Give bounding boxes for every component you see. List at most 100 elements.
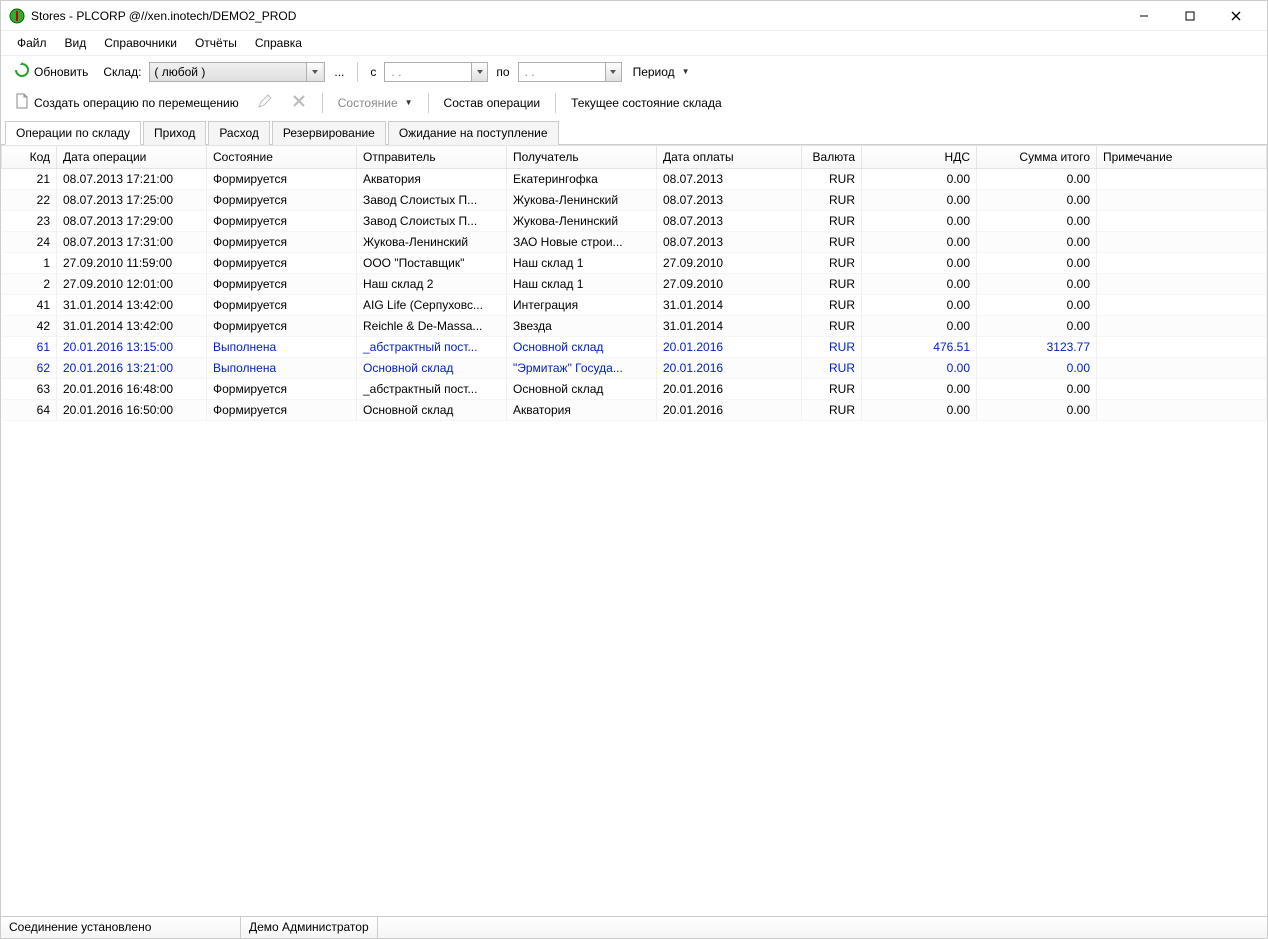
col-total[interactable]: Сумма итого [977,146,1097,169]
col-currency[interactable]: Валюта [802,146,862,169]
cell: 20.01.2016 [657,358,802,379]
tab-waiting[interactable]: Ожидание на поступление [388,121,559,145]
col-date[interactable]: Дата операции [57,146,207,169]
sklad-browse-button[interactable]: ... [329,62,349,82]
col-sender[interactable]: Отправитель [357,146,507,169]
delete-icon [291,93,307,112]
cell [1097,358,1267,379]
col-state[interactable]: Состояние [207,146,357,169]
col-note[interactable]: Примечание [1097,146,1267,169]
minimize-button[interactable] [1121,1,1167,31]
menubar: Файл Вид Справочники Отчёты Справка [1,31,1267,55]
table-row[interactable]: 2308.07.2013 17:29:00ФормируетсяЗавод Сл… [2,211,1267,232]
cell: 0.00 [862,232,977,253]
create-move-button[interactable]: Создать операцию по перемещению [7,90,246,115]
cell [1097,274,1267,295]
sklad-value[interactable] [150,63,306,81]
cell: RUR [802,337,862,358]
composition-label: Состав операции [444,96,541,110]
date-to-input[interactable]: . . [518,62,622,82]
delete-button[interactable] [284,90,314,115]
date-to-dropdown-icon[interactable] [605,63,621,81]
cell [1097,337,1267,358]
date-from-dropdown-icon[interactable] [471,63,487,81]
maximize-button[interactable] [1167,1,1213,31]
table-row[interactable]: 227.09.2010 12:01:00ФормируетсяНаш склад… [2,274,1267,295]
cell: 08.07.2013 [657,169,802,190]
tab-reservation[interactable]: Резервирование [272,121,386,145]
cell: Формируется [207,190,357,211]
date-from-input[interactable]: . . [384,62,488,82]
col-code[interactable]: Код [2,146,57,169]
cell: 0.00 [862,379,977,400]
table-row[interactable]: 2108.07.2013 17:21:00ФормируетсяАкватори… [2,169,1267,190]
table-row[interactable]: 6420.01.2016 16:50:00ФормируетсяОсновной… [2,400,1267,421]
cell: RUR [802,274,862,295]
col-paydate[interactable]: Дата оплаты [657,146,802,169]
state-button[interactable]: Состояние ▼ [331,93,420,113]
menu-view[interactable]: Вид [57,34,95,52]
tab-operations[interactable]: Операции по складу [5,121,141,145]
cell: 61 [2,337,57,358]
cell: Формируется [207,253,357,274]
cell: 42 [2,316,57,337]
cell: 0.00 [977,169,1097,190]
cell: ООО "Поставщик" [357,253,507,274]
cell: 20.01.2016 16:50:00 [57,400,207,421]
table-row[interactable]: 6320.01.2016 16:48:00Формируется_абстрак… [2,379,1267,400]
menu-help[interactable]: Справка [247,34,310,52]
table-row[interactable]: 4131.01.2014 13:42:00ФормируетсяAIG Life… [2,295,1267,316]
tab-income[interactable]: Приход [143,121,206,145]
table-row[interactable]: 127.09.2010 11:59:00ФормируетсяООО "Пост… [2,253,1267,274]
cell: 0.00 [977,274,1097,295]
cell: Основной склад [507,379,657,400]
refresh-button[interactable]: Обновить [7,59,95,84]
separator [357,62,358,82]
table-row[interactable]: 6220.01.2016 13:21:00ВыполненаОсновной с… [2,358,1267,379]
sklad-combo[interactable] [149,62,325,82]
cell: 08.07.2013 17:21:00 [57,169,207,190]
composition-button[interactable]: Состав операции [437,93,548,113]
menu-references[interactable]: Справочники [96,34,185,52]
table-row[interactable]: 2208.07.2013 17:25:00ФормируетсяЗавод Сл… [2,190,1267,211]
cell: 0.00 [862,190,977,211]
cell: RUR [802,295,862,316]
table-row[interactable]: 4231.01.2014 13:42:00ФормируетсяReichle … [2,316,1267,337]
separator [322,93,323,113]
cell: 20.01.2016 13:15:00 [57,337,207,358]
cell: 0.00 [977,190,1097,211]
status-connection: Соединение установлено [1,917,241,938]
cell: Формируется [207,379,357,400]
close-button[interactable] [1213,1,1259,31]
tab-expense[interactable]: Расход [208,121,270,145]
current-state-button[interactable]: Текущее состояние склада [564,93,729,113]
menu-file[interactable]: Файл [9,34,55,52]
cell: 64 [2,400,57,421]
period-button[interactable]: Период ▼ [626,62,697,82]
table-row[interactable]: 2408.07.2013 17:31:00ФормируетсяЖукова-Л… [2,232,1267,253]
cell: Выполнена [207,337,357,358]
operations-grid[interactable]: Код Дата операции Состояние Отправитель … [1,145,1267,421]
col-receiver[interactable]: Получатель [507,146,657,169]
menu-reports[interactable]: Отчёты [187,34,245,52]
cell: 0.00 [862,169,977,190]
cell: Екатерингофка [507,169,657,190]
chevron-down-icon: ▼ [682,67,690,76]
cell: 21 [2,169,57,190]
edit-button[interactable] [250,90,280,115]
cell: RUR [802,190,862,211]
table-row[interactable]: 6120.01.2016 13:15:00Выполнена_абстрактн… [2,337,1267,358]
refresh-label: Обновить [34,65,88,79]
cell: 31.01.2014 13:42:00 [57,316,207,337]
cell: 0.00 [862,274,977,295]
cell: 08.07.2013 17:31:00 [57,232,207,253]
cell: 27.09.2010 11:59:00 [57,253,207,274]
cell: 0.00 [862,211,977,232]
cell: Акватория [357,169,507,190]
cell: Основной склад [357,400,507,421]
sklad-dropdown-icon[interactable] [306,63,322,81]
cell: 08.07.2013 [657,211,802,232]
grid-header-row: Код Дата операции Состояние Отправитель … [2,146,1267,169]
col-vat[interactable]: НДС [862,146,977,169]
statusbar: Соединение установлено Демо Администрато… [1,916,1267,938]
